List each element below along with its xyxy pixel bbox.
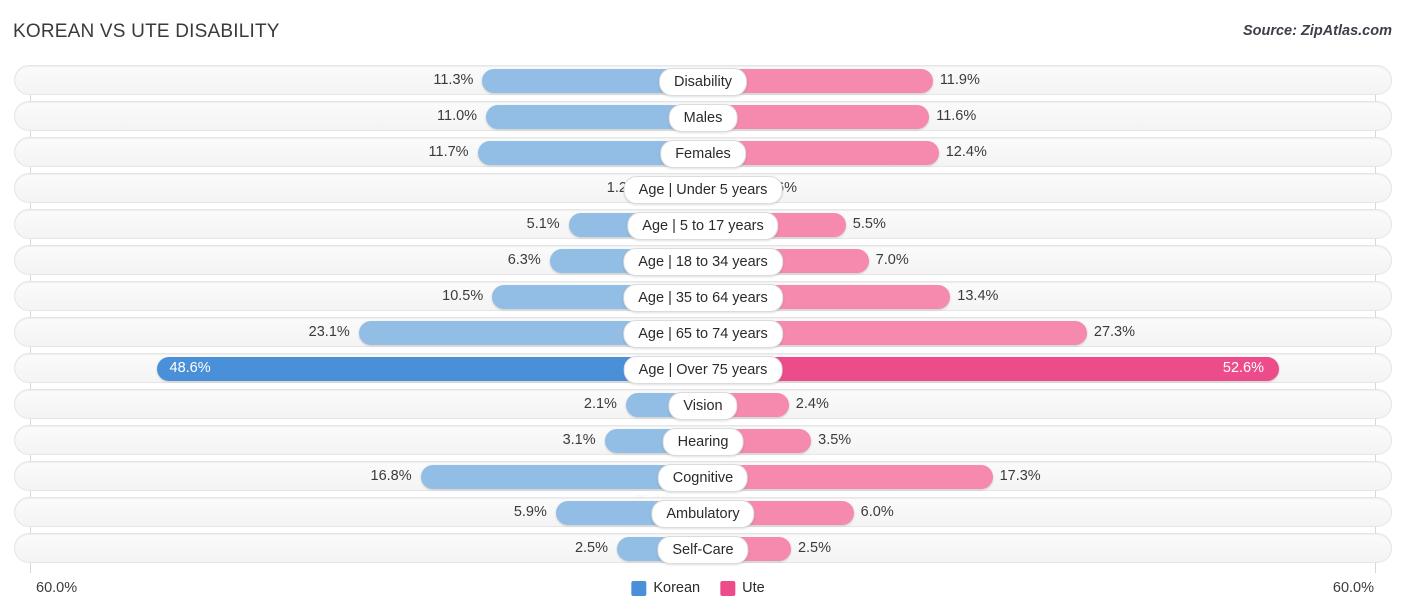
row-label-pill[interactable]: Disability: [658, 68, 748, 96]
value-label-ute: 3.5%: [818, 432, 852, 448]
table-row[interactable]: 48.6% 52.6% Age | Over 75 years: [14, 353, 1392, 384]
value-label-korean: 2.1%: [583, 396, 617, 412]
row-label-pill[interactable]: Ambulatory: [651, 500, 755, 528]
row-label-pill[interactable]: Females: [660, 140, 746, 168]
row-label-pill[interactable]: Age | 5 to 17 years: [627, 212, 779, 240]
row-label-pill[interactable]: Males: [668, 104, 738, 132]
table-row[interactable]: 5.1% 5.5% Age | 5 to 17 years: [14, 209, 1392, 240]
value-label-ute: 5.5%: [852, 216, 886, 232]
bar-ute: [704, 105, 930, 129]
table-row[interactable]: 2.1% 2.4% Vision: [14, 389, 1392, 420]
table-row[interactable]: 5.9% 6.0% Ambulatory: [14, 497, 1392, 528]
value-label-ute: 11.6%: [936, 108, 977, 124]
row-label-pill[interactable]: Age | 18 to 34 years: [623, 248, 783, 276]
value-label-ute: 6.0%: [860, 504, 894, 520]
axis-label-left: 60.0%: [36, 580, 78, 596]
table-row[interactable]: 1.2%0.86%Age | Under 5 years: [14, 173, 1392, 204]
value-label-korean: 3.1%: [562, 432, 596, 448]
page-title: KOREAN VS UTE DISABILITY: [13, 21, 280, 42]
row-label-pill[interactable]: Age | 35 to 64 years: [623, 284, 783, 312]
value-label-korean: 16.8%: [370, 468, 412, 484]
table-row[interactable]: 10.5% 13.4% Age | 35 to 64 years: [14, 281, 1392, 312]
value-label-korean: 5.1%: [526, 216, 560, 232]
row-label-pill[interactable]: Cognitive: [657, 464, 749, 492]
row-label-pill[interactable]: Vision: [668, 392, 738, 420]
table-row[interactable]: 23.1% 27.3% Age | 65 to 74 years: [14, 317, 1392, 348]
chart-legend: Korean Ute: [631, 580, 774, 596]
bar-korean: [156, 357, 704, 381]
value-label-korean: 11.7%: [428, 144, 469, 160]
row-label-pill[interactable]: Hearing: [662, 428, 744, 456]
value-label-korean: 11.3%: [433, 72, 474, 88]
legend-item[interactable]: Korean: [631, 580, 700, 596]
legend-label: Korean: [653, 580, 701, 596]
table-row[interactable]: 6.3% 7.0% Age | 18 to 34 years: [14, 245, 1392, 276]
value-label-ute: 27.3%: [1093, 324, 1136, 340]
value-label-ute: 2.4%: [795, 396, 829, 412]
table-row[interactable]: 2.5% 2.5% Self-Care: [14, 533, 1392, 564]
value-label-ute: 13.4%: [957, 288, 999, 304]
row-label-pill[interactable]: Self-Care: [657, 536, 749, 564]
table-row[interactable]: 3.1% 3.5% Hearing: [14, 425, 1392, 456]
bar-ute: [704, 357, 1279, 381]
row-label-pill[interactable]: Age | 65 to 74 years: [623, 320, 783, 348]
legend-swatch-icon: [631, 580, 647, 596]
value-label-ute: 52.6%: [1222, 360, 1264, 376]
value-label-ute: 2.5%: [797, 540, 832, 556]
value-label-ute: 7.0%: [875, 252, 909, 268]
diverging-bar-chart: ZipAtlas 11.3%11.9%Disability11.0%11.6%M…: [0, 60, 1406, 573]
value-label-ute: 17.3%: [999, 468, 1041, 484]
legend-swatch-icon: [720, 580, 736, 596]
table-row[interactable]: 11.7% 12.4% Females: [14, 137, 1392, 168]
value-label-korean: 23.1%: [308, 324, 350, 340]
value-label-korean: 2.5%: [574, 540, 609, 556]
value-label-ute: 11.9%: [939, 72, 980, 88]
axis-label-right: 60.0%: [1332, 580, 1374, 596]
value-label-ute: 12.4%: [945, 144, 987, 160]
row-label-pill[interactable]: Age | Under 5 years: [623, 176, 783, 204]
value-label-korean: 48.6%: [169, 360, 211, 376]
value-label-korean: 11.0%: [437, 108, 478, 124]
value-label-korean: 10.5%: [442, 288, 484, 304]
table-row[interactable]: 11.0% 11.6% Males: [14, 101, 1392, 132]
chart-footer: 60.0% 60.0% Korean Ute: [0, 572, 1406, 612]
legend-item[interactable]: Ute: [720, 580, 765, 596]
legend-label: Ute: [742, 580, 765, 596]
source-attribution: Source: ZipAtlas.com: [1242, 23, 1392, 39]
value-label-korean: 5.9%: [513, 504, 547, 520]
table-row[interactable]: 16.8% 17.3% Cognitive: [14, 461, 1392, 492]
value-label-korean: 6.3%: [507, 252, 541, 268]
row-label-pill[interactable]: Age | Over 75 years: [623, 356, 783, 384]
chart-header: KOREAN VS UTE DISABILITY Source: ZipAtla…: [0, 0, 1406, 60]
table-row[interactable]: 11.3% 11.9% Disability: [14, 65, 1392, 96]
